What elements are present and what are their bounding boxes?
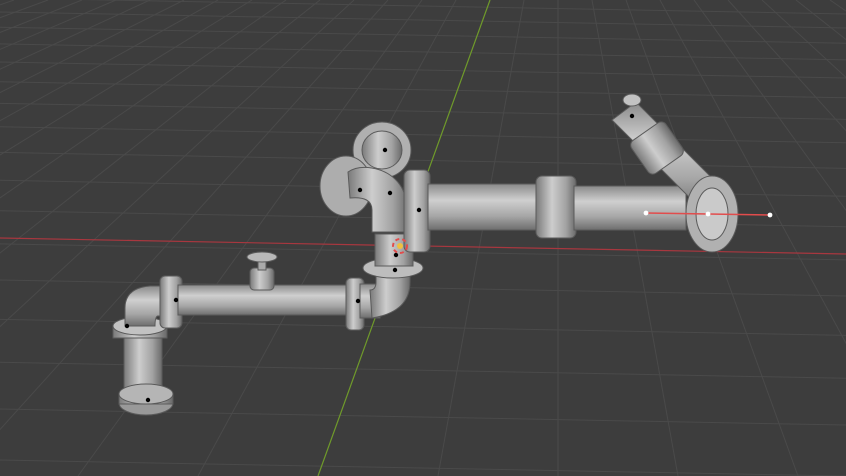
3d-viewport[interactable] [0,0,846,476]
valve-handwheel[interactable] [246,251,278,291]
viewport-canvas[interactable] [0,0,846,476]
